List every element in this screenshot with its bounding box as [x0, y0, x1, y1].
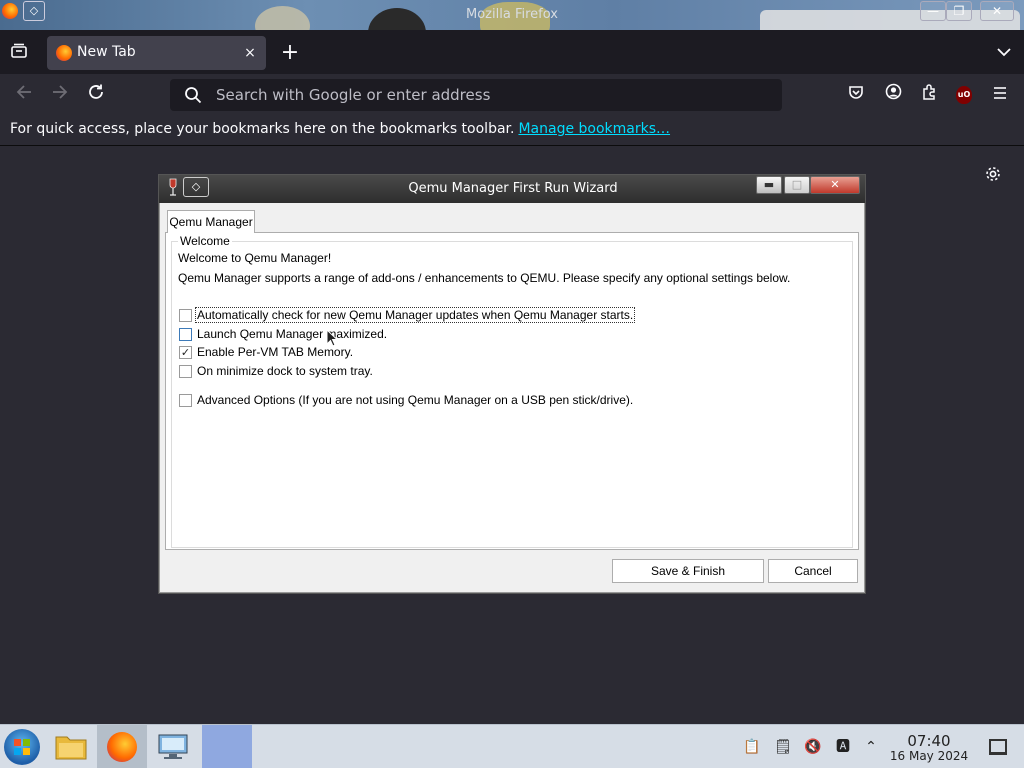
bookmarks-toolbar: For quick access, place your bookmarks h…: [0, 116, 1024, 146]
firefox-favicon-icon: [56, 45, 72, 61]
chevron-up-icon[interactable]: ⌃: [861, 737, 881, 757]
clock-time[interactable]: 07:40: [890, 732, 968, 750]
tab-title: New Tab: [77, 44, 136, 60]
hamburger-menu-icon[interactable]: [988, 83, 1012, 107]
extensions-icon[interactable]: [917, 83, 941, 107]
wizard-footer: Save & Finish Cancel: [163, 554, 861, 590]
first-run-wizard-dialog: ◇ Qemu Manager First Run Wizard ▬ □ ✕ Qe…: [158, 174, 866, 594]
group-title: Welcome: [178, 234, 232, 248]
intro-text: Qemu Manager supports a range of add-ons…: [178, 271, 791, 285]
window-restore-button[interactable]: ❐: [946, 1, 972, 21]
notes-icon[interactable]: 🗒: [773, 737, 793, 757]
taskbar-firefox[interactable]: [97, 725, 147, 768]
window-minimize-button[interactable]: —: [920, 1, 946, 21]
os-window-titlebar: ◇ Mozilla Firefox — ❐ ✕: [0, 0, 1024, 30]
tab-qemu-manager[interactable]: Qemu Manager: [167, 210, 255, 233]
clipboard-icon[interactable]: 📋: [742, 737, 762, 757]
wizard-body: Qemu Manager Welcome Welcome to Qemu Man…: [163, 205, 861, 552]
mouse-cursor-icon: [326, 329, 338, 347]
taskbar-item[interactable]: [202, 725, 252, 768]
settings-gear-icon[interactable]: [982, 165, 1004, 187]
tab-close-button[interactable]: ×: [240, 43, 260, 63]
windows-logo-icon: [14, 739, 30, 755]
manage-bookmarks-link[interactable]: Manage bookmarks…: [518, 121, 670, 137]
window-title: Mozilla Firefox: [466, 7, 558, 22]
search-icon: [185, 87, 202, 104]
checkbox[interactable]: [179, 365, 192, 378]
firefox-icon: [107, 732, 137, 762]
wizard-maximize-button: □: [784, 176, 810, 194]
cancel-button[interactable]: Cancel: [768, 559, 858, 583]
tab-strip: New Tab × +: [0, 30, 1024, 74]
computer-icon: [158, 734, 188, 759]
taskbar-file-manager[interactable]: [46, 725, 96, 768]
address-bar[interactable]: [170, 79, 782, 111]
welcome-text: Welcome to Qemu Manager!: [178, 251, 332, 265]
wizard-close-button[interactable]: ✕: [810, 176, 860, 194]
list-all-tabs-button[interactable]: [992, 42, 1016, 64]
account-icon[interactable]: [881, 83, 905, 107]
welcome-groupbox: Welcome Welcome to Qemu Manager! Qemu Ma…: [171, 234, 853, 548]
show-desktop-icon[interactable]: [989, 739, 1007, 755]
option-label[interactable]: Launch Qemu Manager maximized.: [196, 327, 388, 341]
option-label[interactable]: Advanced Options (If you are not using Q…: [196, 393, 634, 407]
back-arrow-icon[interactable]: [11, 83, 37, 109]
checkbox[interactable]: [179, 309, 192, 322]
input-method-icon[interactable]: 🅰: [833, 737, 853, 757]
forward-arrow-icon[interactable]: [47, 83, 73, 109]
taskbar: 📋 🗒 🔇 🅰 ⌃ 07:40 16 May 2024: [0, 724, 1024, 768]
folder-icon: [55, 736, 87, 760]
tab-new-tab[interactable]: New Tab ×: [47, 36, 266, 70]
reload-icon[interactable]: [83, 83, 109, 109]
wizard-titlebar[interactable]: ◇ Qemu Manager First Run Wizard ▬ □ ✕: [159, 175, 865, 203]
start-menu-button[interactable]: [4, 729, 40, 765]
ublock-icon[interactable]: uO: [956, 86, 972, 104]
option-label[interactable]: Enable Per-VM TAB Memory.: [196, 345, 354, 359]
save-finish-button[interactable]: Save & Finish: [612, 559, 764, 583]
checkbox[interactable]: [179, 394, 192, 407]
wizard-title: Qemu Manager First Run Wizard: [408, 181, 618, 196]
option-label[interactable]: Automatically check for new Qemu Manager…: [194, 307, 636, 323]
option-label[interactable]: On minimize dock to system tray.: [196, 364, 374, 378]
wizard-minimize-button[interactable]: ▬: [756, 176, 782, 194]
tab-list-icon[interactable]: [8, 42, 30, 64]
navigation-toolbar: uO: [0, 74, 1024, 116]
new-tab-button[interactable]: +: [278, 42, 302, 66]
clock-date[interactable]: 16 May 2024: [885, 749, 973, 763]
bookmarks-message-text: For quick access, place your bookmarks h…: [10, 121, 515, 137]
pocket-icon[interactable]: [844, 83, 868, 107]
tab-panel: Welcome Welcome to Qemu Manager! Qemu Ma…: [165, 232, 859, 550]
address-input[interactable]: [216, 83, 766, 107]
checkbox[interactable]: [179, 328, 192, 341]
bookmarks-message: For quick access, place your bookmarks h…: [10, 121, 670, 137]
taskbar-qemu-manager[interactable]: [148, 725, 198, 768]
volume-muted-icon[interactable]: 🔇: [803, 737, 823, 757]
checkbox-checked[interactable]: ✓: [179, 346, 192, 359]
window-close-button[interactable]: ✕: [980, 1, 1014, 21]
